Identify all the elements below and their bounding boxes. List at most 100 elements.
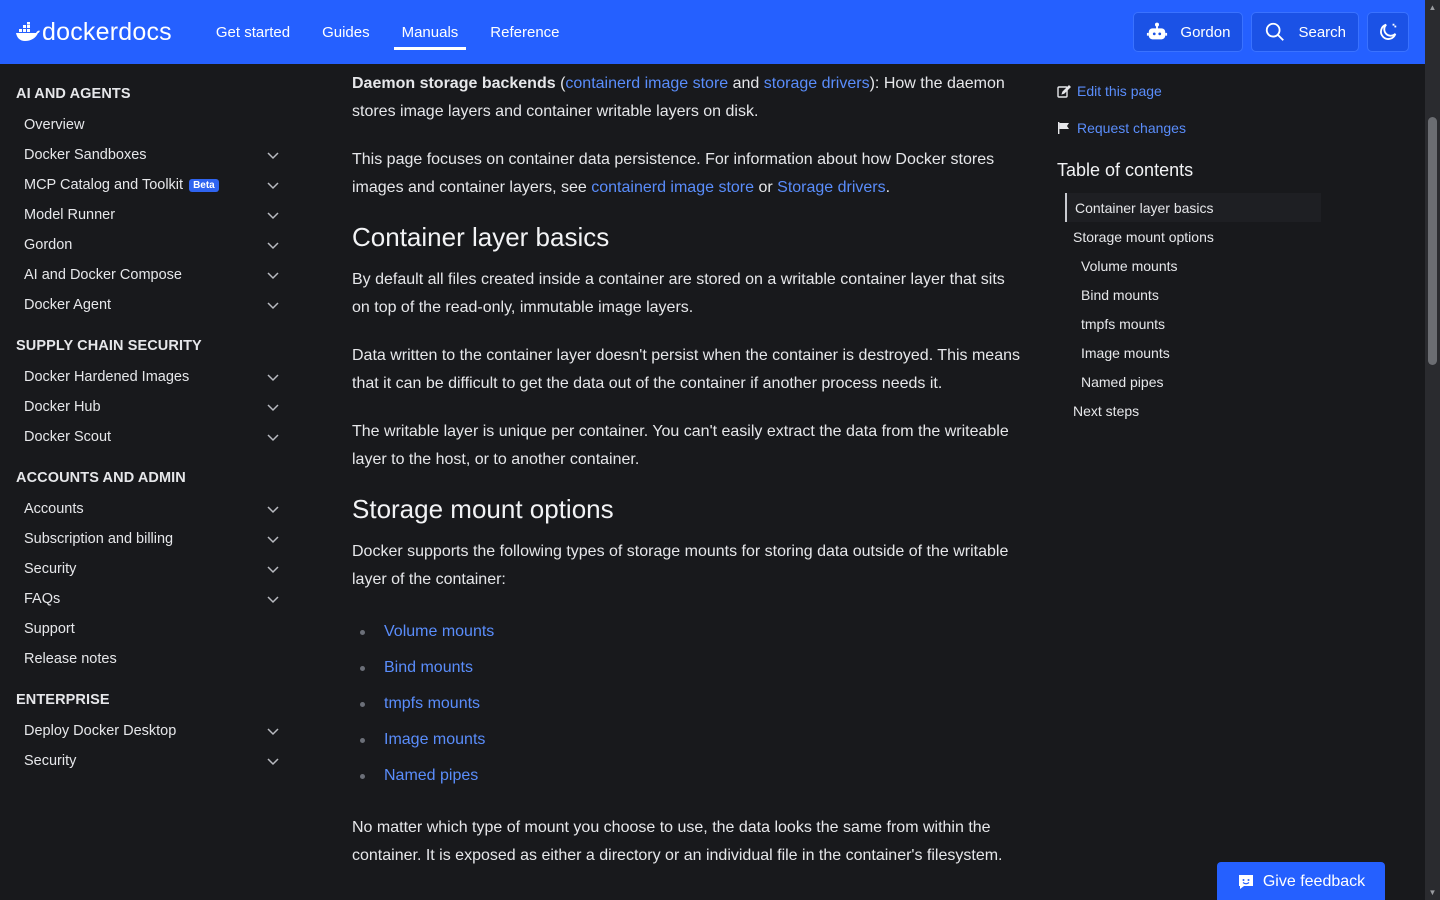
nav-get-started[interactable]: Get started xyxy=(200,0,306,64)
sidebar-item-label: Docker Agent xyxy=(24,297,112,313)
chevron-down-icon[interactable] xyxy=(266,502,280,516)
bullet-icon xyxy=(360,629,365,635)
gordon-button[interactable]: Gordon xyxy=(1133,12,1244,52)
edit-page-label: Edit this page xyxy=(1077,82,1162,99)
sidebar-item-overview[interactable]: Overview xyxy=(0,110,300,140)
containerd-image-store-link[interactable]: containerd image store xyxy=(565,75,728,92)
volume-mounts-link[interactable]: Volume mounts xyxy=(384,623,494,641)
sidebar-item-label: Docker Scout xyxy=(24,429,112,445)
search-button[interactable]: Search xyxy=(1251,12,1359,52)
sidebar-item-ai-docker-compose[interactable]: AI and Docker Compose xyxy=(0,260,300,290)
scrollbar-thumb[interactable] xyxy=(1428,117,1437,365)
sidebar-item-mcp-catalog[interactable]: MCP Catalog and Toolkit Beta xyxy=(0,170,300,200)
moon-sun-icon xyxy=(1380,23,1397,40)
daemon-storage-term: Daemon storage backends xyxy=(352,75,556,92)
image-mounts-link[interactable]: Image mounts xyxy=(384,731,485,749)
containerd-image-store-link[interactable]: containerd image store xyxy=(591,179,754,196)
bullet-icon xyxy=(360,773,365,779)
chevron-down-icon[interactable] xyxy=(266,562,280,576)
toc-item-container-layer-basics[interactable]: Container layer basics xyxy=(1065,193,1321,222)
sidebar-item-deploy-docker-desktop[interactable]: Deploy Docker Desktop xyxy=(0,716,300,746)
storage-drivers-link[interactable]: Storage drivers xyxy=(777,179,886,196)
sidebar-item-docker-agent[interactable]: Docker Agent xyxy=(0,290,300,320)
bullet-icon xyxy=(360,737,365,743)
chevron-down-icon[interactable] xyxy=(266,178,280,192)
sidebar-item-model-runner[interactable]: Model Runner xyxy=(0,200,300,230)
docker-docs-logo[interactable]: dockerdocs xyxy=(16,0,172,64)
toc-item-next-steps[interactable]: Next steps xyxy=(1057,396,1357,425)
sidebar-item-security[interactable]: Security xyxy=(0,554,300,584)
request-changes-link[interactable]: Request changes xyxy=(1057,109,1357,146)
mount-summary-paragraph: No matter which type of mount you choose… xyxy=(352,819,1003,864)
sidebar-section-accounts: ACCOUNTS AND ADMIN Accounts Subscription… xyxy=(0,462,300,674)
toc-item-named-pipes[interactable]: Named pipes xyxy=(1057,367,1357,396)
sidebar-item-label: Security xyxy=(24,561,77,577)
toc-title: Table of contents xyxy=(1057,160,1194,180)
chevron-down-icon[interactable] xyxy=(266,724,280,738)
chevron-down-icon[interactable] xyxy=(266,370,280,384)
sidebar-item-label: Docker Hub xyxy=(24,399,101,415)
page-scrollbar[interactable]: ▲ ▼ xyxy=(1425,0,1440,900)
sidebar-section-title: AI AND AGENTS xyxy=(16,86,131,102)
tmpfs-mounts-link[interactable]: tmpfs mounts xyxy=(384,695,480,713)
toc-item-tmpfs-mounts[interactable]: tmpfs mounts xyxy=(1057,309,1357,338)
layer-paragraph-1: By default all files created inside a co… xyxy=(352,271,1005,316)
nav-manuals[interactable]: Manuals xyxy=(386,0,475,64)
sidebar-item-docker-scout[interactable]: Docker Scout xyxy=(0,422,300,452)
nav-guides[interactable]: Guides xyxy=(306,0,386,64)
layer-paragraph-2: Data written to the container layer does… xyxy=(352,347,1020,392)
right-rail: Edit this page Request changes Table of … xyxy=(1057,64,1357,425)
sidebar-item-support[interactable]: Support xyxy=(0,614,300,644)
chevron-down-icon[interactable] xyxy=(266,148,280,162)
sidebar-item-release-notes[interactable]: Release notes xyxy=(0,644,300,674)
sidebar-item-label: Overview xyxy=(24,117,85,133)
main-nav: Get started Guides Manuals Reference xyxy=(200,0,576,64)
list-item: Bind mounts xyxy=(360,650,1027,686)
toc-item-image-mounts[interactable]: Image mounts xyxy=(1057,338,1357,367)
sidebar-item-label: Docker Sandboxes xyxy=(24,147,147,163)
named-pipes-link[interactable]: Named pipes xyxy=(384,767,478,785)
list-item: Volume mounts xyxy=(360,614,1027,650)
theme-toggle-button[interactable] xyxy=(1367,12,1409,52)
beta-badge: Beta xyxy=(189,178,219,192)
top-navigation-bar: dockerdocs Get started Guides Manuals Re… xyxy=(0,0,1425,64)
flag-icon xyxy=(1058,121,1069,134)
sidebar-item-docker-sandboxes[interactable]: Docker Sandboxes xyxy=(0,140,300,170)
sidebar-item-faqs[interactable]: FAQs xyxy=(0,584,300,614)
toc-item-bind-mounts[interactable]: Bind mounts xyxy=(1057,280,1357,309)
chevron-down-icon[interactable] xyxy=(266,208,280,222)
sidebar-item-subscription-billing[interactable]: Subscription and billing xyxy=(0,524,300,554)
chevron-down-icon[interactable] xyxy=(266,592,280,606)
edit-page-link[interactable]: Edit this page xyxy=(1057,72,1357,109)
give-feedback-button[interactable]: Give feedback xyxy=(1217,862,1385,900)
sidebar-item-enterprise-security[interactable]: Security xyxy=(0,746,300,776)
bullet-icon xyxy=(360,701,365,707)
list-item: tmpfs mounts xyxy=(360,686,1027,722)
storage-drivers-link[interactable]: storage drivers xyxy=(764,75,870,92)
chevron-down-icon[interactable] xyxy=(266,238,280,252)
scroll-up-arrow-icon[interactable]: ▲ xyxy=(1428,3,1437,12)
storage-mount-options-heading: Storage mount options xyxy=(352,494,614,524)
bind-mounts-link[interactable]: Bind mounts xyxy=(384,659,473,677)
sidebar-item-gordon[interactable]: Gordon xyxy=(0,230,300,260)
docker-whale-icon xyxy=(16,22,40,41)
mount-types-list: Volume mounts Bind mounts tmpfs mounts I… xyxy=(360,614,1027,794)
chevron-down-icon[interactable] xyxy=(266,532,280,546)
scroll-down-arrow-icon[interactable]: ▼ xyxy=(1428,888,1437,897)
request-changes-label: Request changes xyxy=(1077,119,1186,136)
chevron-down-icon[interactable] xyxy=(266,400,280,414)
sidebar-item-accounts[interactable]: Accounts xyxy=(0,494,300,524)
nav-reference[interactable]: Reference xyxy=(474,0,575,64)
sidebar-item-label: Model Runner xyxy=(24,207,116,223)
table-of-contents: Container layer basics Storage mount opt… xyxy=(1057,193,1357,425)
focus-paragraph: This page focuses on container data pers… xyxy=(352,151,995,196)
chevron-down-icon[interactable] xyxy=(266,430,280,444)
chevron-down-icon[interactable] xyxy=(266,754,280,768)
toc-item-volume-mounts[interactable]: Volume mounts xyxy=(1057,251,1357,280)
sidebar-item-docker-hub[interactable]: Docker Hub xyxy=(0,392,300,422)
chevron-down-icon[interactable] xyxy=(266,268,280,282)
sidebar-item-label: Gordon xyxy=(24,237,73,253)
chevron-down-icon[interactable] xyxy=(266,298,280,312)
toc-item-storage-mount-options[interactable]: Storage mount options xyxy=(1057,222,1357,251)
sidebar-item-hardened-images[interactable]: Docker Hardened Images xyxy=(0,362,300,392)
